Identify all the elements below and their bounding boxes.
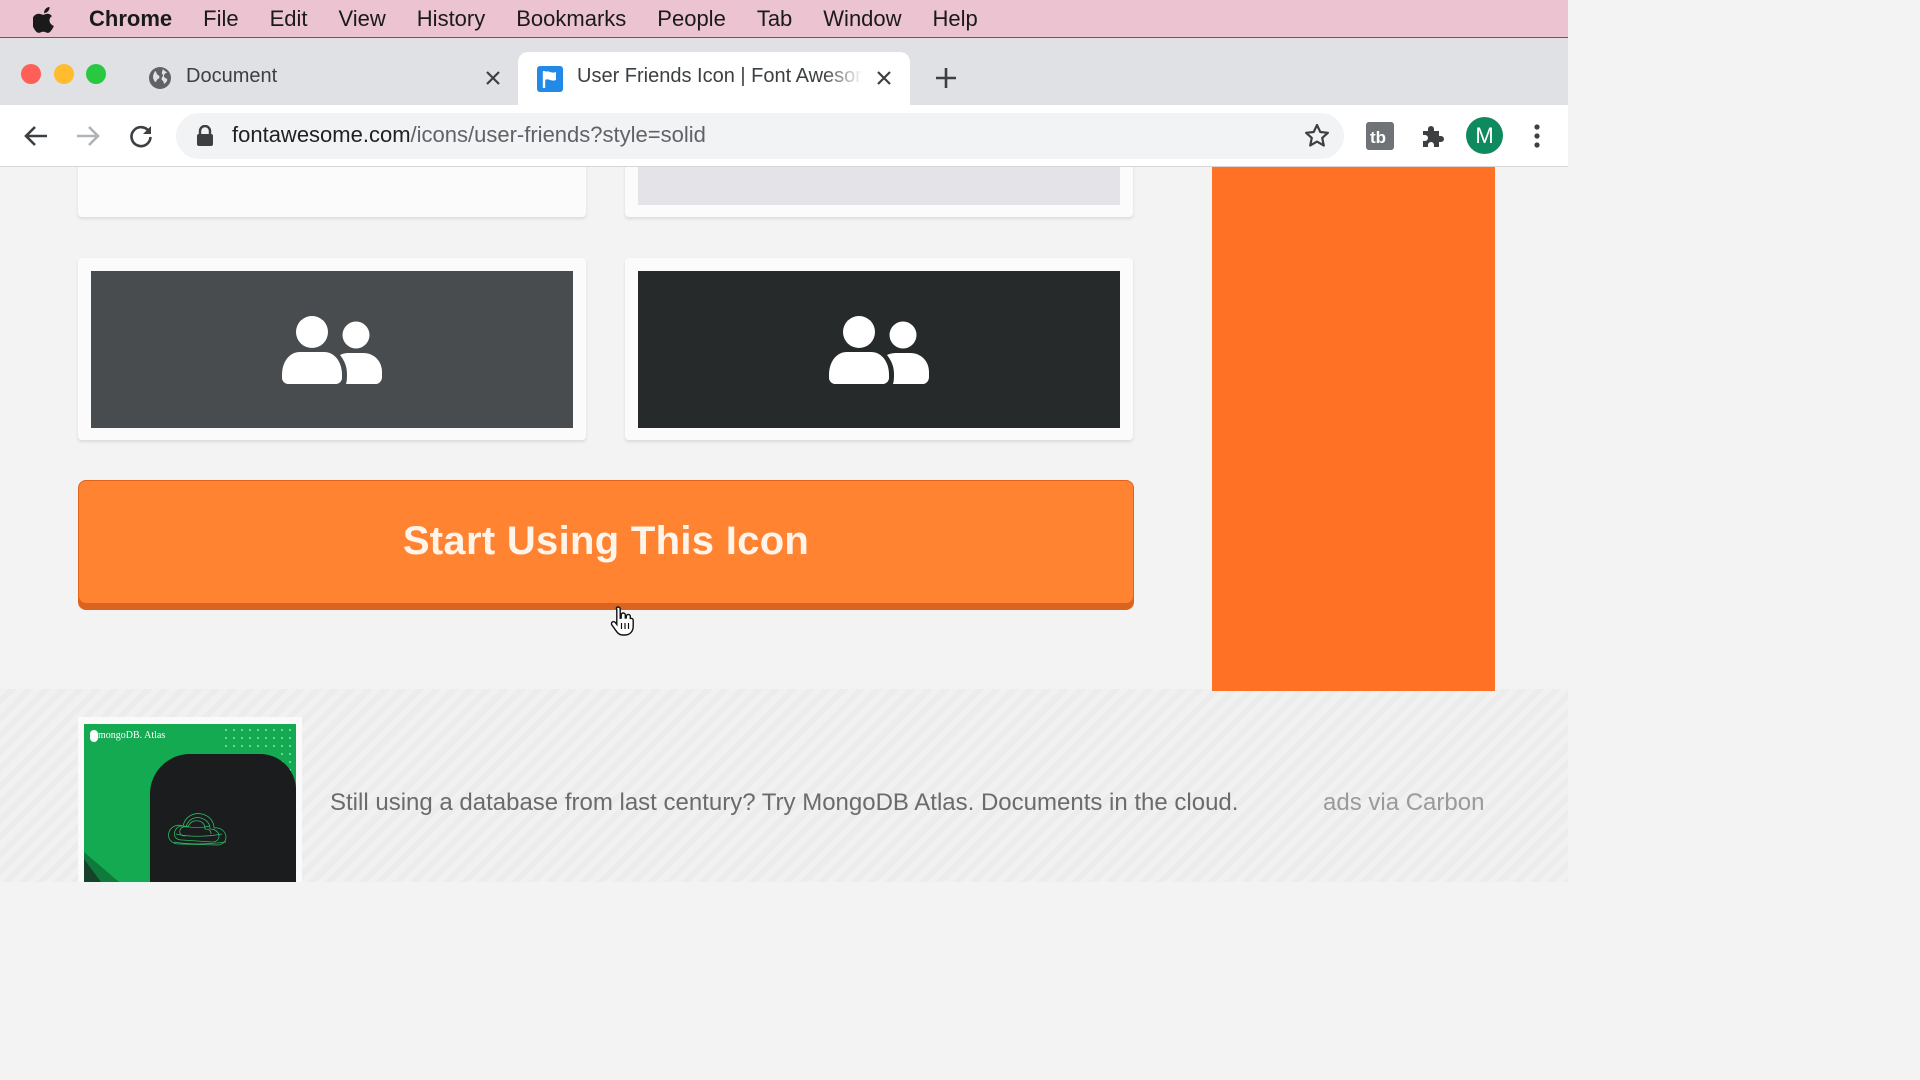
tab-title: User Friends Icon | Font Awesome xyxy=(577,65,863,87)
icon-style-card[interactable] xyxy=(625,167,1133,217)
url-host: fontawesome.com xyxy=(232,122,411,147)
tab-document[interactable]: Document xyxy=(140,52,515,106)
browser-toolbar: fontawesome.com/icons/user-friends?style… xyxy=(0,105,1568,167)
url-text: fontawesome.com/icons/user-friends?style… xyxy=(232,122,706,148)
ad-text[interactable]: Still using a database from last century… xyxy=(330,789,1238,817)
page-content: Start Using This Icon mongoDB. Atlas Sti… xyxy=(0,167,1568,882)
globe-icon xyxy=(148,66,172,90)
minimize-window-button[interactable] xyxy=(54,64,74,84)
mongodb-atlas-ad-image: mongoDB. Atlas xyxy=(84,724,296,882)
cloud-illustration-icon xyxy=(84,729,296,882)
gray-swatch xyxy=(91,271,573,428)
menu-history[interactable]: History xyxy=(417,6,485,32)
zoom-window-button[interactable] xyxy=(86,64,106,84)
menu-people[interactable]: People xyxy=(657,6,726,32)
back-arrow-icon[interactable] xyxy=(22,122,50,150)
reload-icon[interactable] xyxy=(127,122,155,150)
font-awesome-flag-icon xyxy=(537,66,563,92)
extensions-puzzle-icon[interactable] xyxy=(1419,122,1447,150)
more-menu-icon[interactable] xyxy=(1523,122,1551,150)
extension-tb-icon[interactable]: tb xyxy=(1366,122,1394,150)
cta-label: Start Using This Icon xyxy=(402,518,810,563)
close-window-button[interactable] xyxy=(21,64,41,84)
menu-window[interactable]: Window xyxy=(823,6,901,32)
new-tab-icon[interactable] xyxy=(932,64,960,92)
macos-menu-bar: Chrome File Edit View History Bookmarks … xyxy=(0,0,1568,37)
menu-help[interactable]: Help xyxy=(933,6,978,32)
user-friends-icon xyxy=(282,315,382,384)
icon-preview-card-dark[interactable] xyxy=(625,258,1133,440)
tab-close-icon[interactable] xyxy=(482,67,504,89)
menu-view[interactable]: View xyxy=(339,6,386,32)
menu-chrome[interactable]: Chrome xyxy=(89,6,172,32)
hand-pointer-cursor-icon xyxy=(610,605,638,642)
icon-style-card[interactable] xyxy=(78,167,586,217)
menu-file[interactable]: File xyxy=(203,6,238,32)
bookmark-star-icon[interactable] xyxy=(1304,123,1330,154)
sidebar-promo-block[interactable] xyxy=(1212,167,1495,691)
light-swatch xyxy=(638,167,1120,205)
url-path: /icons/user-friends?style=solid xyxy=(410,122,706,147)
profile-avatar[interactable]: M xyxy=(1466,117,1503,154)
menu-tab[interactable]: Tab xyxy=(757,6,792,32)
tab-close-icon[interactable] xyxy=(873,67,895,89)
apple-logo-icon[interactable] xyxy=(33,6,57,33)
menu-edit[interactable]: Edit xyxy=(270,6,308,32)
ad-image[interactable]: mongoDB. Atlas xyxy=(78,717,302,882)
dark-swatch xyxy=(638,271,1120,428)
tab-title: Document xyxy=(186,65,278,87)
user-friends-icon xyxy=(829,315,929,384)
tab-user-friends[interactable]: User Friends Icon | Font Awesome xyxy=(518,52,910,106)
icon-preview-card-gray[interactable] xyxy=(78,258,586,440)
menu-bookmarks[interactable]: Bookmarks xyxy=(516,6,626,32)
forward-arrow-icon[interactable] xyxy=(74,122,102,150)
start-using-icon-button[interactable]: Start Using This Icon xyxy=(78,480,1134,610)
tab-strip: Document User Friends Icon | Font Awesom… xyxy=(0,37,1568,106)
address-bar[interactable]: fontawesome.com/icons/user-friends?style… xyxy=(176,113,1344,159)
lock-icon[interactable] xyxy=(196,124,214,152)
ads-via-carbon-link[interactable]: ads via Carbon xyxy=(1323,789,1484,817)
svg-text:tb: tb xyxy=(1370,128,1386,147)
